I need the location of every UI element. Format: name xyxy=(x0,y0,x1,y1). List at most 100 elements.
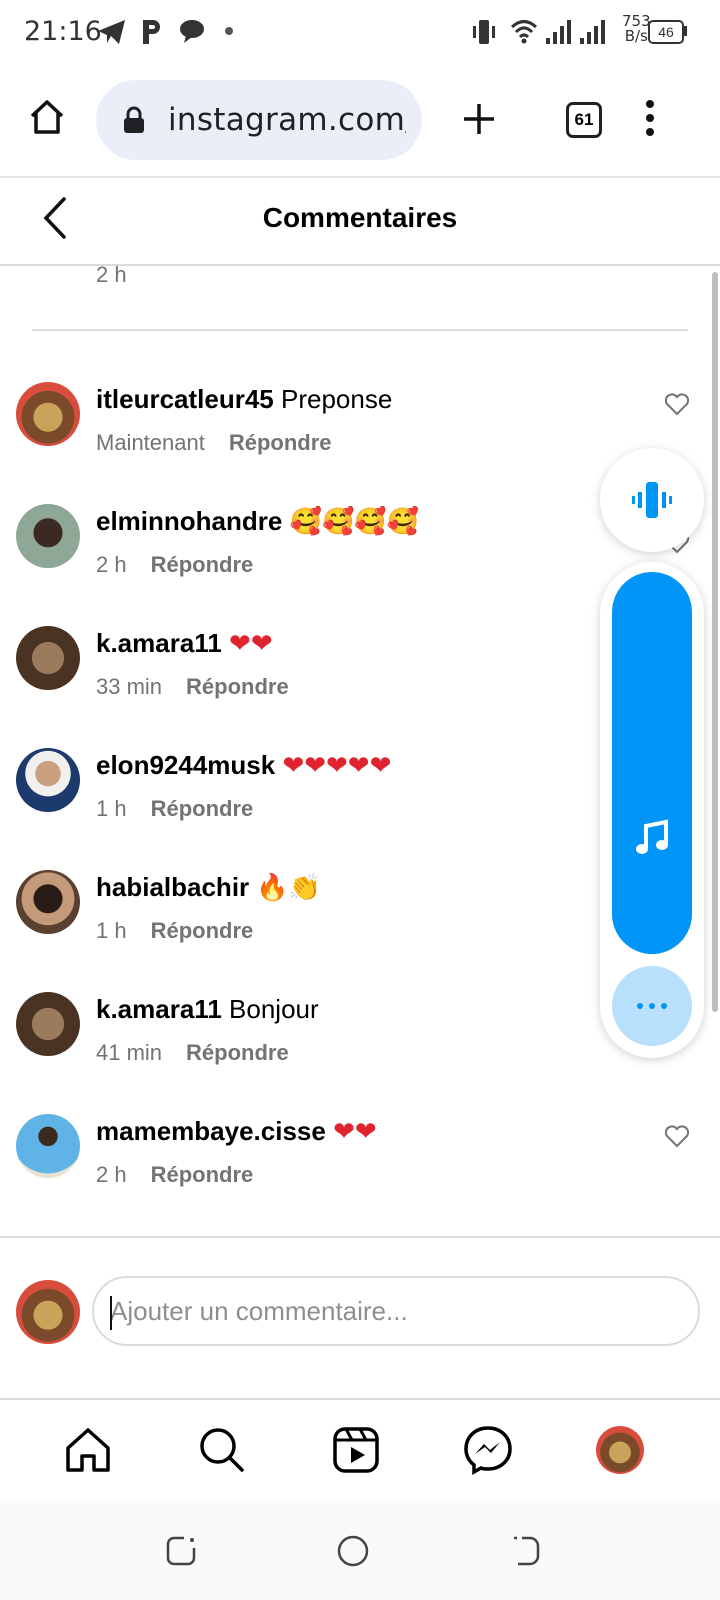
comment-username[interactable]: elon9244musk xyxy=(96,750,275,780)
vibrate-icon xyxy=(473,20,495,44)
avatar[interactable] xyxy=(16,504,80,568)
address-bar[interactable]: instagram.com/p xyxy=(96,80,422,160)
comment-body: Bonjour xyxy=(229,994,319,1024)
comment-item: mamembaye.cisse ❤❤ 2 h Répondre xyxy=(0,1104,720,1224)
comment-time: 41 min xyxy=(96,1040,163,1065)
bottom-navigation xyxy=(0,1398,720,1502)
plus-icon[interactable] xyxy=(462,102,496,136)
divider xyxy=(32,329,688,331)
reply-button[interactable]: Répondre xyxy=(186,1040,289,1065)
chat-bubble-icon xyxy=(180,20,204,43)
signal-icon-2 xyxy=(580,20,605,44)
comment-text: habialbachir 🔥👏 xyxy=(96,872,321,903)
reply-button[interactable]: Répondre xyxy=(151,552,254,577)
comment-time: 1 h xyxy=(96,796,127,821)
page-title: Commentaires xyxy=(262,202,458,233)
floating-vibrate-button[interactable] xyxy=(600,448,704,552)
messenger-icon[interactable] xyxy=(462,1424,514,1476)
comment-username[interactable]: k.amara11 xyxy=(96,628,222,658)
current-user-avatar xyxy=(16,1280,80,1344)
comment-text: itleurcatleur45 Preponse xyxy=(96,384,392,415)
music-button[interactable] xyxy=(612,572,692,954)
comment-meta: Maintenant Répondre xyxy=(96,430,332,456)
parking-p-icon xyxy=(143,20,160,44)
comment-emoji: ❤❤ xyxy=(229,629,273,659)
more-vert-icon[interactable] xyxy=(640,98,660,138)
divider xyxy=(0,1236,720,1238)
reply-button[interactable]: Répondre xyxy=(151,1162,254,1187)
comment-username[interactable]: elminnohandre xyxy=(96,506,282,536)
comment-text: k.amara11 ❤❤ xyxy=(96,628,273,659)
avatar[interactable] xyxy=(16,748,80,812)
status-bar: 21:16 753 B/s 46 xyxy=(0,0,720,64)
avatar[interactable] xyxy=(16,1114,80,1178)
comment-username[interactable]: mamembaye.cisse xyxy=(96,1116,326,1146)
back-icon[interactable] xyxy=(508,1534,542,1568)
search-icon[interactable] xyxy=(196,1424,248,1476)
avatar[interactable] xyxy=(16,870,80,934)
comment-time: 33 min xyxy=(96,674,163,699)
music-note-icon xyxy=(636,819,668,854)
comment-meta: 41 min Répondre xyxy=(96,1040,289,1066)
comment-text: k.amara11 Bonjour xyxy=(96,994,319,1025)
comment-emoji: 🥰🥰🥰🥰 xyxy=(289,507,420,537)
battery-level: 46 xyxy=(658,24,674,40)
comment-meta: 33 min Répondre xyxy=(96,674,289,700)
tabs-button[interactable]: 61 xyxy=(566,102,602,138)
home-circle-icon[interactable] xyxy=(336,1534,370,1568)
battery-icon: 46 xyxy=(648,20,684,44)
home-icon[interactable] xyxy=(62,1424,114,1476)
text-caret xyxy=(110,1296,112,1330)
comment-meta: 1 h Répondre xyxy=(96,796,253,822)
notification-dot-icon xyxy=(225,27,233,35)
comment-username[interactable]: habialbachir xyxy=(96,872,249,902)
tab-count: 61 xyxy=(574,110,594,129)
comment-input[interactable] xyxy=(92,1276,700,1346)
wifi-icon xyxy=(510,20,538,44)
comment-emoji: ❤❤❤❤❤ xyxy=(282,751,392,781)
comment-emoji: 🔥👏 xyxy=(256,873,322,903)
net-speed-unit: B/s xyxy=(624,27,648,45)
url-text: instagram.com/p xyxy=(168,102,406,138)
more-horiz-icon xyxy=(637,1003,667,1009)
comment-time: 2 h xyxy=(96,552,127,577)
comment-time: 2 h xyxy=(96,1162,127,1187)
signal-icon-1 xyxy=(546,20,571,44)
scrollbar[interactable] xyxy=(712,272,718,1012)
floating-panel xyxy=(600,562,704,1058)
comment-username[interactable]: k.amara11 xyxy=(96,994,222,1024)
comment-text: mamembaye.cisse ❤❤ xyxy=(96,1116,377,1147)
like-heart-icon[interactable] xyxy=(664,1124,690,1148)
avatar[interactable] xyxy=(16,382,80,446)
comment-time: 1 h xyxy=(96,918,127,943)
recent-apps-icon[interactable] xyxy=(164,1534,198,1568)
home-icon[interactable] xyxy=(28,98,66,136)
comment-meta: 2 h Répondre xyxy=(96,552,253,578)
reels-icon[interactable] xyxy=(330,1424,382,1476)
avatar[interactable] xyxy=(16,626,80,690)
like-heart-icon[interactable] xyxy=(664,392,690,416)
vibrate-icon xyxy=(632,482,672,518)
system-navigation-bar xyxy=(0,1500,720,1600)
comment-time: Maintenant xyxy=(96,430,205,455)
previous-comment-time: 2 h xyxy=(96,262,127,287)
comment-emoji: ❤❤ xyxy=(333,1117,377,1147)
profile-avatar[interactable] xyxy=(596,1426,644,1474)
comment-username[interactable]: itleurcatleur45 xyxy=(96,384,274,414)
battery-tip xyxy=(684,26,687,36)
reply-button[interactable]: Répondre xyxy=(151,796,254,821)
telegram-icon xyxy=(98,20,125,44)
lock-icon xyxy=(124,106,144,133)
network-speed: 753 B/s xyxy=(622,14,651,44)
comment-text: elon9244musk ❤❤❤❤❤ xyxy=(96,750,391,781)
comments-header: Commentaires xyxy=(0,178,720,266)
reply-button[interactable]: Répondre xyxy=(151,918,254,943)
browser-toolbar: instagram.com/p 61 xyxy=(0,64,720,178)
more-options-button[interactable] xyxy=(612,966,692,1046)
avatar[interactable] xyxy=(16,992,80,1056)
reply-button[interactable]: Répondre xyxy=(229,430,332,455)
comment-body: Preponse xyxy=(280,384,393,414)
comment-meta: 2 h Répondre xyxy=(96,1162,253,1188)
reply-button[interactable]: Répondre xyxy=(186,674,289,699)
comment-text: elminnohandre 🥰🥰🥰🥰 xyxy=(96,506,419,537)
